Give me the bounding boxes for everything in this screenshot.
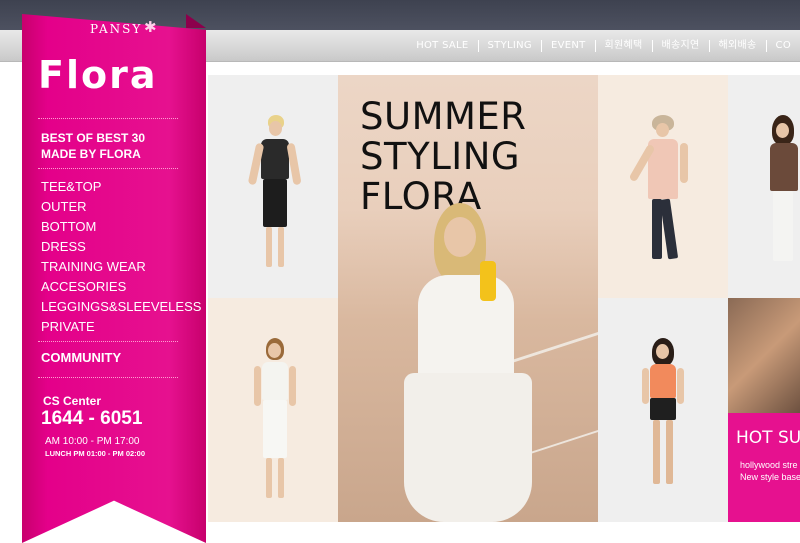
divider bbox=[38, 168, 178, 169]
hero-title: SUMMER STYLING FLORA bbox=[360, 97, 527, 217]
nav-event[interactable]: EVENT bbox=[540, 40, 595, 52]
model-figure bbox=[250, 338, 300, 508]
model-figure bbox=[768, 115, 800, 275]
hero-banner[interactable]: SUMMER STYLING FLORA bbox=[338, 75, 598, 522]
hot-sub-line-1: hollywood stre bbox=[740, 460, 798, 470]
product-tile-3[interactable] bbox=[598, 75, 728, 298]
product-tile-5[interactable] bbox=[728, 75, 800, 298]
hot-summer-banner[interactable]: HOT SUM hollywood stre New style base bbox=[728, 298, 800, 522]
model-figure bbox=[638, 338, 688, 498]
cs-center-label: CS Center bbox=[43, 394, 102, 408]
drink-can bbox=[480, 261, 496, 301]
category-menu: TEE&TOP OUTER BOTTOM DRESS TRAINING WEAR… bbox=[41, 177, 201, 337]
category-tee-top[interactable]: TEE&TOP bbox=[41, 177, 201, 197]
nav-shipping-delay[interactable]: 배송지연 bbox=[651, 40, 709, 52]
model-figure bbox=[246, 115, 306, 275]
best-line-1: BEST OF BEST 30 bbox=[41, 131, 146, 145]
product-tile-2[interactable] bbox=[208, 298, 338, 522]
cs-lunch-hours: LUNCH PM 01:00 - PM 02:00 bbox=[45, 449, 146, 458]
category-outer[interactable]: OUTER bbox=[41, 197, 201, 217]
logo-pansy-text: PANSY bbox=[90, 22, 143, 36]
nav-styling[interactable]: STYLING bbox=[477, 40, 541, 52]
category-leggings-sleeveless[interactable]: LEGGINGS&SLEEVELESS bbox=[41, 297, 201, 317]
logo-flora-text: Flora bbox=[38, 53, 158, 97]
category-dress[interactable]: DRESS bbox=[41, 237, 201, 257]
hero-title-line-2: STYLING bbox=[360, 135, 521, 178]
hot-sub-line-2: New style base bbox=[740, 472, 800, 482]
product-grid: SUMMER STYLING FLORA HOT SU hollywood st… bbox=[208, 75, 800, 522]
product-tile-1[interactable] bbox=[208, 75, 338, 298]
category-bottom[interactable]: BOTTOM bbox=[41, 217, 201, 237]
category-training-wear[interactable]: TRAINING WEAR bbox=[41, 257, 201, 277]
hot-summer-photo bbox=[728, 298, 800, 413]
cs-hours: AM 10:00 - PM 17:00 bbox=[45, 436, 140, 447]
cs-phone-number: 1644 - 6051 bbox=[41, 408, 143, 429]
asterisk-flower-icon: ✱ bbox=[144, 19, 157, 36]
nav-community-truncated[interactable]: CO bbox=[765, 40, 800, 52]
divider bbox=[38, 118, 178, 119]
community-link[interactable]: COMMUNITY bbox=[41, 350, 121, 365]
category-private[interactable]: PRIVATE bbox=[41, 317, 201, 337]
hot-summer-title: HOT SUM bbox=[736, 428, 800, 448]
nav-member-benefits[interactable]: 회원혜택 bbox=[594, 40, 652, 52]
best-line-2: MADE BY FLORA bbox=[41, 147, 141, 161]
model-figure bbox=[628, 115, 692, 275]
main-nav: HOT SALE STYLING EVENT 회원혜택 배송지연 해외배송 CO bbox=[407, 36, 800, 56]
hot-summer-subtitle: hollywood stre New style base bbox=[740, 459, 800, 483]
nav-hot-sale[interactable]: HOT SALE bbox=[407, 40, 477, 52]
hero-model-figure bbox=[396, 203, 546, 522]
product-tile-4[interactable] bbox=[598, 298, 728, 522]
hero-title-line-1: SUMMER bbox=[360, 95, 527, 138]
best-of-best-link[interactable]: BEST OF BEST 30 MADE BY FLORA bbox=[41, 130, 145, 162]
divider bbox=[38, 377, 178, 378]
nav-overseas-shipping[interactable]: 해외배송 bbox=[708, 40, 766, 52]
category-accesories[interactable]: ACCESORIES bbox=[41, 277, 201, 297]
divider bbox=[38, 341, 178, 342]
